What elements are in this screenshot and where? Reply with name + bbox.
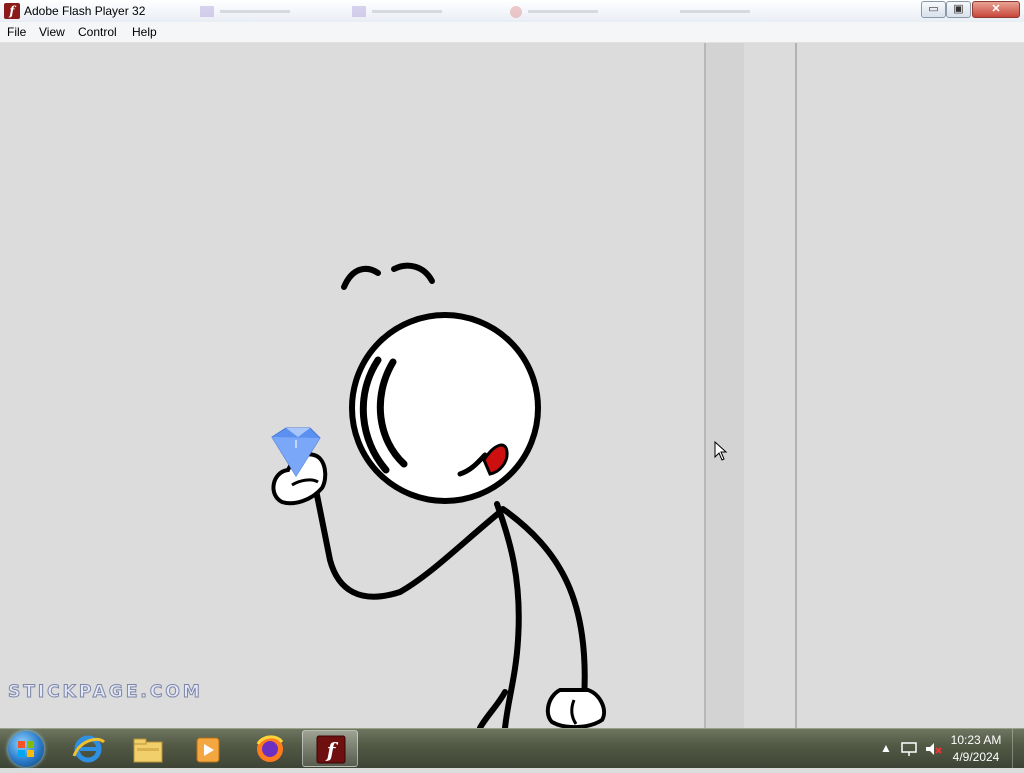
menu-file[interactable]: File <box>7 25 26 39</box>
wall-shadow <box>704 43 744 728</box>
left-eyebrow <box>341 265 381 290</box>
taskbar-internet-explorer[interactable] <box>60 730 116 767</box>
internet-explorer-icon <box>72 735 106 763</box>
menu-bar: File View Control Help <box>0 22 1024 43</box>
show-hidden-icons-arrow[interactable]: ▲ <box>880 741 892 755</box>
show-desktop-button[interactable] <box>1012 729 1024 768</box>
network-icon[interactable] <box>900 741 918 757</box>
media-player-icon <box>196 737 220 763</box>
clock-date[interactable]: 4/9/2024 <box>941 750 1011 764</box>
file-explorer-icon <box>133 738 163 763</box>
taskbar-firefox[interactable] <box>242 730 298 767</box>
restore-button[interactable]: ▣ <box>946 1 971 18</box>
close-button[interactable]: ✕ <box>972 1 1020 18</box>
left-leg <box>477 689 508 728</box>
ghost-tab-strip <box>160 4 840 18</box>
game-scene <box>271 43 797 728</box>
minimize-button[interactable]: ▭ <box>921 1 946 18</box>
stickpage-watermark: STICKPAGE.COM <box>8 682 203 703</box>
taskbar-flash-player[interactable]: f <box>302 730 358 767</box>
taskbar: f ▲ 10:23 AM 4/9/2024 <box>0 728 1024 768</box>
flash-stage[interactable]: STICKPAGE.COM <box>0 43 1024 728</box>
menu-view[interactable]: View <box>39 25 65 39</box>
taskbar-file-explorer[interactable] <box>120 730 176 767</box>
window-title-bar[interactable]: f Adobe Flash Player 32 ▭ ▣ ✕ <box>0 0 1024 23</box>
flash-player-icon: f <box>316 735 346 764</box>
windows-start-icon[interactable] <box>8 731 44 767</box>
mouse-cursor-icon <box>714 441 728 461</box>
taskbar-media-player[interactable] <box>180 730 236 767</box>
window-title: Adobe Flash Player 32 <box>24 4 146 18</box>
flash-app-icon: f <box>4 3 20 19</box>
firefox-icon <box>256 735 284 762</box>
menu-help[interactable]: Help <box>132 25 157 39</box>
right-eyebrow <box>391 262 435 284</box>
arm <box>313 487 503 600</box>
volume-muted-icon[interactable] <box>924 741 942 757</box>
menu-control[interactable]: Control <box>78 25 117 39</box>
clock-time[interactable]: 10:23 AM <box>941 733 1011 747</box>
